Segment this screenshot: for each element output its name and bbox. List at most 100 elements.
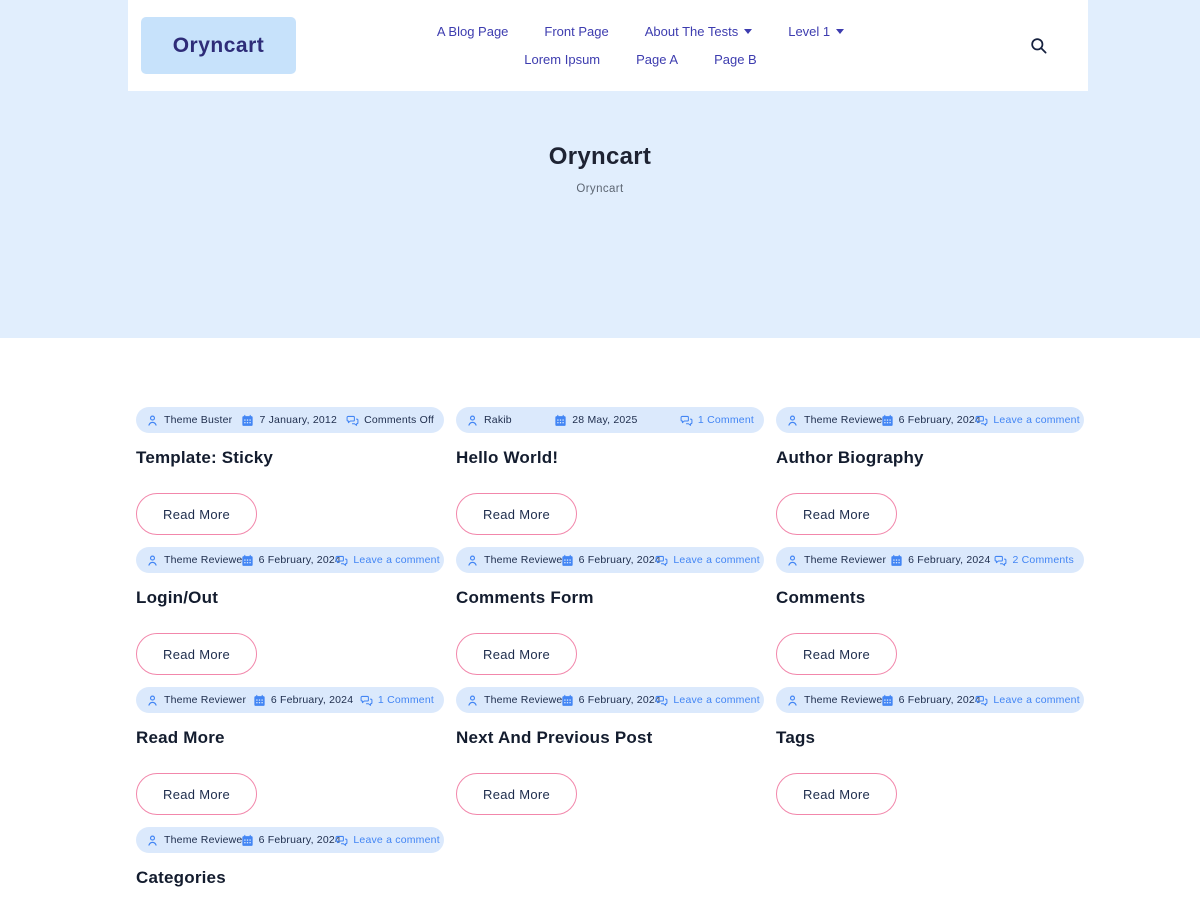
post-title-link[interactable]: Login/Out xyxy=(136,587,444,609)
calendar-icon xyxy=(253,694,266,707)
post-card: Theme Reviewer 6 February, 2024 xyxy=(456,547,764,675)
post-card: Theme Reviewer 6 February, 2024 xyxy=(136,827,444,900)
post-author: Theme Reviewer xyxy=(466,694,561,707)
search-button[interactable] xyxy=(1025,32,1052,59)
calendar-icon xyxy=(881,414,894,427)
comments-icon xyxy=(335,834,348,847)
post-title-link[interactable]: Tags xyxy=(776,727,1084,749)
post-meta-bar: Theme Reviewer 6 February, 2024 xyxy=(776,547,1084,573)
calendar-icon xyxy=(561,694,574,707)
post-author: Theme Reviewer xyxy=(466,554,561,567)
search-icon xyxy=(1029,36,1048,55)
post-comments: Leave a comment xyxy=(975,694,1074,707)
comments-icon xyxy=(346,414,359,427)
read-more-button[interactable]: Read More xyxy=(456,633,577,675)
post-title-link[interactable]: Categories xyxy=(136,867,444,889)
hero-section: Oryncart Oryncart xyxy=(0,91,1200,338)
author-icon xyxy=(786,414,799,427)
read-more-button[interactable]: Read More xyxy=(136,493,257,535)
nav-row-primary: A Blog Page Front Page About The Tests Leve… xyxy=(296,24,985,39)
post-comments-link[interactable]: Leave a comment xyxy=(993,414,1079,426)
post-author-name: Theme Reviewer xyxy=(164,694,246,706)
author-icon xyxy=(786,694,799,707)
post-meta-bar: Theme Reviewer 6 February, 2024 xyxy=(136,547,444,573)
post-comments-link[interactable]: Leave a comment xyxy=(353,554,439,566)
read-more-button[interactable]: Read More xyxy=(136,773,257,815)
post-card: Theme Buster 7 January, 2012 xyxy=(136,407,444,535)
post-author: Theme Reviewer xyxy=(146,834,241,847)
post-title-link[interactable]: Read More xyxy=(136,727,444,749)
comments-icon xyxy=(360,694,373,707)
read-more-button[interactable]: Read More xyxy=(776,493,897,535)
post-title-link[interactable]: Template: Sticky xyxy=(136,447,444,469)
calendar-icon xyxy=(241,834,254,847)
post-card: Theme Reviewer 6 February, 2024 xyxy=(136,547,444,675)
top-area: Oryncart A Blog Page Front Page About The … xyxy=(0,0,1200,338)
post-meta-bar: Rakib 28 May, 2025 xyxy=(456,407,764,433)
author-icon xyxy=(466,414,479,427)
post-date: 28 May, 2025 xyxy=(554,414,637,427)
read-more-button[interactable]: Read More xyxy=(776,633,897,675)
nav-item-label: A Blog Page xyxy=(437,24,509,39)
post-meta-bar: Theme Reviewer 6 February, 2024 xyxy=(136,827,444,853)
post-date: 6 February, 2024 xyxy=(253,694,353,707)
post-comments-link[interactable]: 1 Comment xyxy=(378,694,434,706)
post-date-text: 7 January, 2012 xyxy=(259,414,337,426)
post-comments-link[interactable]: Leave a comment xyxy=(673,554,759,566)
post-date-text: 6 February, 2024 xyxy=(899,694,981,706)
post-meta-bar: Theme Reviewer 6 February, 2024 xyxy=(456,687,764,713)
comments-icon xyxy=(975,694,988,707)
post-author: Theme Buster xyxy=(146,414,232,427)
comments-icon xyxy=(655,554,668,567)
calendar-icon xyxy=(241,554,254,567)
calendar-icon xyxy=(561,554,574,567)
post-date: 6 February, 2024 xyxy=(241,554,336,567)
post-title-link[interactable]: Comments xyxy=(776,587,1084,609)
site-logo[interactable]: Oryncart xyxy=(141,17,296,74)
post-title-link[interactable]: Next And Previous Post xyxy=(456,727,764,749)
nav-item-page-b[interactable]: Page B xyxy=(714,52,757,67)
nav-item-about-the-tests[interactable]: About The Tests xyxy=(645,24,752,39)
post-comments-link[interactable]: 1 Comment xyxy=(698,414,754,426)
post-title-link[interactable]: Hello World! xyxy=(456,447,764,469)
post-comments: Leave a comment xyxy=(655,554,754,567)
post-author: Theme Reviewer xyxy=(146,694,246,707)
site-header: Oryncart A Blog Page Front Page About The … xyxy=(128,0,1088,91)
post-date: 6 February, 2024 xyxy=(241,834,336,847)
post-author-name: Theme Reviewer xyxy=(804,694,886,706)
post-meta-bar: Theme Reviewer 6 February, 2024 xyxy=(776,687,1084,713)
post-date-text: 28 May, 2025 xyxy=(572,414,637,426)
post-title-link[interactable]: Comments Form xyxy=(456,587,764,609)
calendar-icon xyxy=(554,414,567,427)
read-more-button[interactable]: Read More xyxy=(776,773,897,815)
post-comments-link[interactable]: 2 Comments xyxy=(1012,554,1074,566)
post-comments-link[interactable]: Leave a comment xyxy=(353,834,439,846)
post-author: Theme Reviewer xyxy=(146,554,241,567)
read-more-button[interactable]: Read More xyxy=(136,633,257,675)
nav-item-a-blog-page[interactable]: A Blog Page xyxy=(437,24,509,39)
post-title-link[interactable]: Author Biography xyxy=(776,447,1084,469)
post-card: Theme Reviewer 6 February, 2024 xyxy=(776,547,1084,675)
post-comments-link[interactable]: Leave a comment xyxy=(673,694,759,706)
post-author-name: Theme Reviewer xyxy=(804,554,886,566)
read-more-button[interactable]: Read More xyxy=(456,493,577,535)
post-date: 6 February, 2024 xyxy=(890,554,990,567)
post-comments: 2 Comments xyxy=(994,554,1074,567)
post-meta-bar: Theme Buster 7 January, 2012 xyxy=(136,407,444,433)
nav-item-lorem-ipsum[interactable]: Lorem Ipsum xyxy=(524,52,600,67)
nav-item-level-1[interactable]: Level 1 xyxy=(788,24,844,39)
nav-item-page-a[interactable]: Page A xyxy=(636,52,678,67)
post-comments: Leave a comment xyxy=(655,694,754,707)
author-icon xyxy=(146,694,159,707)
read-more-button[interactable]: Read More xyxy=(456,773,577,815)
nav-item-front-page[interactable]: Front Page xyxy=(544,24,608,39)
post-comments: Leave a comment xyxy=(975,414,1074,427)
author-icon xyxy=(786,554,799,567)
post-meta-bar: Theme Reviewer 6 February, 2024 xyxy=(136,687,444,713)
chevron-down-icon xyxy=(744,29,752,34)
post-author: Rakib xyxy=(466,414,512,427)
nav-item-label: About The Tests xyxy=(645,24,738,39)
post-comments-link[interactable]: Leave a comment xyxy=(993,694,1079,706)
comments-icon xyxy=(655,694,668,707)
post-date-text: 6 February, 2024 xyxy=(579,694,661,706)
